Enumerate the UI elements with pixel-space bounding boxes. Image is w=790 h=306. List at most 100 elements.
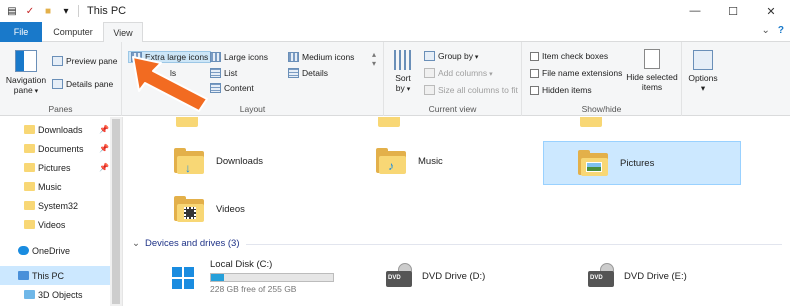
nav-item-this-pc[interactable]: This PC	[0, 266, 110, 285]
details-button[interactable]: Details	[288, 68, 328, 78]
scrollbar-thumb[interactable]	[112, 119, 120, 304]
hide-selected-label: Hide selected	[626, 72, 678, 82]
hidden-items-checkbox[interactable]: Hidden items	[530, 85, 592, 95]
list-button[interactable]: List	[210, 68, 237, 78]
options-button[interactable]: Options ▾	[684, 50, 722, 93]
folder-label: Music	[418, 155, 443, 167]
dvd-drive-icon: DVD	[386, 263, 412, 289]
navigation-pane-label-2: pane	[4, 85, 48, 97]
system32-folder-icon	[24, 201, 35, 210]
nav-item-downloads[interactable]: Downloads 📌	[0, 120, 123, 139]
nav-item-pictures[interactable]: Pictures 📌	[0, 158, 123, 177]
drive-label: DVD Drive (E:)	[624, 270, 687, 282]
capacity-fill	[211, 274, 224, 281]
sort-by-button[interactable]: Sort by	[390, 50, 416, 95]
minimize-icon[interactable]: —	[676, 0, 714, 22]
group-options: Options ▾	[682, 42, 724, 116]
add-columns-label: Add columns	[438, 68, 493, 78]
nav-item-label: OneDrive	[32, 245, 71, 256]
music-folder-icon	[24, 182, 35, 191]
group-label-current-view: Current view	[428, 104, 477, 114]
layout-scroll-icons[interactable]: ▴ ▾	[372, 50, 376, 68]
nav-item-label: Pictures	[38, 162, 71, 173]
nav-item-system32[interactable]: System32	[0, 196, 123, 215]
navigation-pane-label: Navigation	[5, 75, 47, 85]
hidden-items-label: Hidden items	[542, 85, 592, 95]
tab-computer[interactable]: Computer	[44, 22, 102, 42]
nav-item-3d-objects[interactable]: 3D Objects	[0, 285, 123, 304]
folder-pictures[interactable]: Pictures	[543, 141, 741, 185]
nav-scrollbar[interactable]	[110, 117, 122, 306]
group-by-label: Group by	[438, 51, 478, 61]
nav-item-label: Videos	[38, 219, 66, 230]
onedrive-cloud-icon	[18, 246, 29, 255]
large-icons-label: Large icons	[224, 52, 268, 62]
folder-videos[interactable]: Videos	[174, 193, 245, 225]
navigation-pane: Downloads 📌 Documents 📌 Pictures 📌 Music…	[0, 117, 123, 306]
medium-icons-button[interactable]: Medium icons	[288, 52, 354, 62]
sort-by-label-2: by	[390, 83, 416, 95]
devices-section-header[interactable]: ⌄ Devices and drives (3)	[132, 238, 239, 249]
large-icons-button[interactable]: Large icons	[210, 52, 268, 62]
drive-dvd-e[interactable]: DVD DVD Drive (E:)	[588, 263, 687, 289]
help-icon[interactable]: ?	[778, 25, 784, 36]
add-columns-button[interactable]: Add columns	[424, 68, 493, 78]
folder-downloads[interactable]: ↓ Downloads	[174, 145, 263, 177]
item-check-boxes-label: Item check boxes	[542, 51, 609, 61]
file-name-extensions-checkbox[interactable]: File name extensions	[530, 68, 622, 78]
properties-icon[interactable]: ▤	[6, 5, 18, 17]
drive-dvd-d[interactable]: DVD DVD Drive (D:)	[386, 263, 485, 289]
checkmark-icon[interactable]: ✓	[24, 5, 36, 17]
sort-by-label: Sort	[395, 73, 411, 83]
folder-label: Downloads	[216, 155, 263, 167]
collapse-ribbon-icon[interactable]: ⌄	[762, 25, 770, 36]
options-caret-icon: ▾	[700, 83, 706, 93]
preview-pane-label: Preview pane	[66, 56, 118, 66]
maximize-icon[interactable]: ☐	[714, 0, 752, 22]
pin-icon[interactable]: 📌	[99, 144, 109, 153]
hide-selected-items-button[interactable]: Hide selected items	[624, 49, 680, 92]
size-all-columns-button[interactable]: Size all columns to fit	[424, 85, 518, 95]
window-title: This PC	[87, 5, 127, 17]
drive-local-disk-c[interactable]: Local Disk (C:) 228 GB free of 255 GB	[172, 259, 334, 294]
options-icon	[693, 50, 713, 70]
preview-pane-button[interactable]: Preview pane	[52, 56, 118, 66]
item-check-boxes-checkbox[interactable]: Item check boxes	[530, 51, 608, 61]
nav-item-music[interactable]: Music	[0, 177, 123, 196]
checkbox-icon	[530, 51, 539, 61]
list-label: List	[224, 68, 238, 78]
chevron-down-icon[interactable]: ⌄	[132, 238, 140, 249]
documents-folder-icon	[24, 144, 35, 153]
group-by-button[interactable]: Group by	[424, 51, 478, 61]
tab-view[interactable]: View	[103, 22, 143, 43]
annotation-arrow-icon	[132, 56, 208, 112]
dropdown-icon[interactable]: ▾	[60, 5, 72, 17]
ribbon-right-controls: ⌄ ?	[762, 25, 785, 36]
nav-item-label: Downloads	[38, 124, 83, 135]
folder-music[interactable]: ♪ Music	[376, 145, 443, 177]
folder-icon-partial	[176, 117, 198, 127]
add-columns-icon	[424, 68, 435, 78]
folder-label: Videos	[216, 203, 245, 215]
nav-item-documents[interactable]: Documents 📌	[0, 139, 123, 158]
pin-icon[interactable]: 📌	[99, 125, 109, 134]
content-button[interactable]: Content	[210, 83, 254, 93]
details-icon	[288, 68, 299, 78]
details-pane-button[interactable]: Details pane	[52, 79, 113, 89]
ribbon: Navigation pane Preview pane Details pan…	[0, 42, 790, 116]
medium-icons-icon	[288, 52, 299, 62]
windows-drive-icon	[172, 265, 196, 289]
folder-icon[interactable]: ■	[42, 5, 54, 17]
nav-item-label: 3D Objects	[38, 289, 83, 300]
nav-item-videos[interactable]: Videos	[0, 215, 123, 234]
content-area: ↓ Downloads ♪ Music Pictures Videos ⌄ De…	[124, 117, 790, 306]
close-icon[interactable]: ✕	[752, 0, 790, 22]
tab-file[interactable]: File	[0, 22, 42, 42]
nav-item-onedrive[interactable]: OneDrive	[0, 241, 123, 260]
navigation-pane-button[interactable]: Navigation pane	[4, 50, 48, 97]
group-label-panes: Panes	[48, 104, 73, 114]
downloads-folder-icon: ↓	[174, 148, 204, 175]
group-show-hide: Item check boxes File name extensions Hi…	[522, 42, 682, 116]
pin-icon[interactable]: 📌	[99, 163, 109, 172]
pictures-folder-icon	[24, 163, 35, 172]
